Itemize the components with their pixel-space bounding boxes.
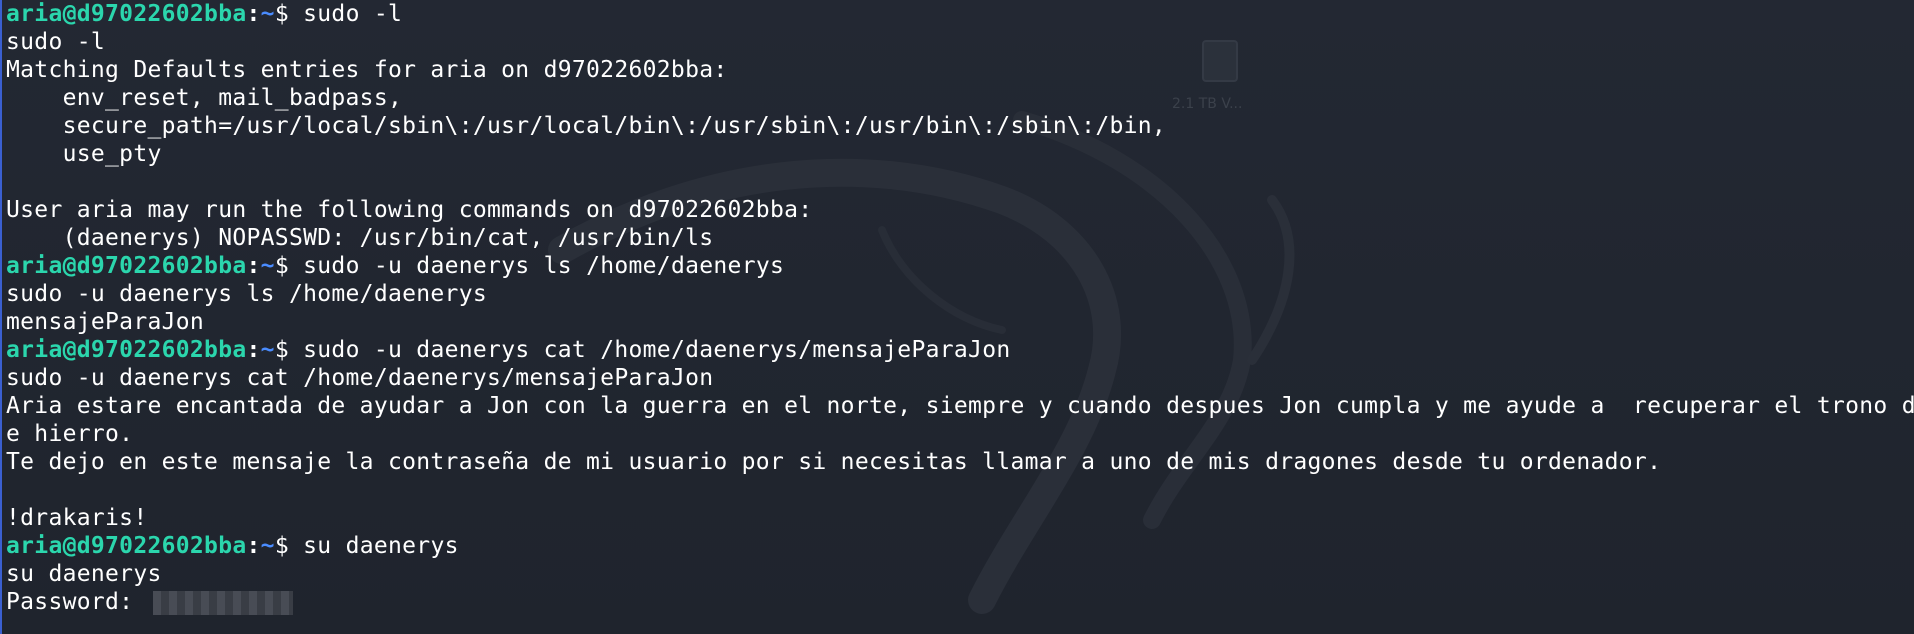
- prompt-user: aria@d97022602bba: [6, 337, 247, 363]
- output-line: mensajeParaJon: [6, 309, 205, 335]
- prompt-user: aria@d97022602bba: [6, 533, 247, 559]
- prompt-path: ~: [260, 337, 275, 363]
- output-line: (daenerys) NOPASSWD: /usr/bin/cat, /usr/…: [6, 225, 714, 251]
- password-label: Password:: [6, 589, 148, 615]
- terminal-output: aria@d97022602bba:~$ sudo -l sudo -l Match…: [6, 0, 1914, 616]
- prompt-colon: :: [246, 533, 261, 559]
- output-line: !drakaris!: [6, 505, 148, 531]
- prompt-line: aria@d97022602bba:~$ su daenerys: [6, 532, 1912, 560]
- prompt-symbol: $: [274, 533, 289, 559]
- prompt-user: aria@d97022602bba: [6, 1, 247, 27]
- prompt-path: ~: [260, 1, 275, 27]
- output-line: use_pty: [6, 141, 162, 167]
- output-line: secure_path=/usr/local/sbin\:/usr/local/…: [6, 113, 1167, 139]
- output-line: Matching Defaults entries for aria on d9…: [6, 57, 728, 83]
- prompt-symbol: $: [274, 253, 289, 279]
- output-line: sudo -u daenerys ls /home/daenerys: [6, 281, 488, 307]
- command-text: sudo -u daenerys ls /home/daenerys: [288, 253, 785, 279]
- terminal-window[interactable]: 2.1 TB V... aria@d97022602bba:~$ sudo -l…: [0, 0, 1914, 634]
- prompt-colon: :: [246, 253, 261, 279]
- prompt-path: ~: [260, 533, 275, 559]
- output-line: su daenerys: [6, 561, 162, 587]
- prompt-colon: :: [246, 1, 261, 27]
- output-line: Aria estare encantada de ayudar a Jon co…: [6, 393, 1914, 419]
- prompt-colon: :: [246, 337, 261, 363]
- output-line: sudo -u daenerys cat /home/daenerys/mens…: [6, 365, 714, 391]
- command-text: sudo -u daenerys cat /home/daenerys/mens…: [288, 337, 1011, 363]
- output-line: env_reset, mail_badpass,: [6, 85, 403, 111]
- prompt-path: ~: [260, 253, 275, 279]
- prompt-symbol: $: [274, 337, 289, 363]
- output-line: Te dejo en este mensaje la contraseña de…: [6, 449, 1662, 475]
- output-line: e hierro.: [6, 421, 134, 447]
- output-line: User aria may run the following commands…: [6, 197, 813, 223]
- password-prompt-line: Password:: [6, 588, 1912, 616]
- prompt-line: aria@d97022602bba:~$ sudo -l: [6, 0, 1912, 28]
- prompt-line: aria@d97022602bba:~$ sudo -u daenerys ca…: [6, 336, 1912, 364]
- password-input[interactable]: [153, 590, 294, 615]
- prompt-user: aria@d97022602bba: [6, 253, 247, 279]
- command-text: su daenerys: [288, 533, 459, 559]
- command-text: sudo -l: [288, 1, 403, 27]
- prompt-line: aria@d97022602bba:~$ sudo -u daenerys ls…: [6, 252, 1912, 280]
- output-line: sudo -l: [6, 29, 106, 55]
- prompt-symbol: $: [274, 1, 289, 27]
